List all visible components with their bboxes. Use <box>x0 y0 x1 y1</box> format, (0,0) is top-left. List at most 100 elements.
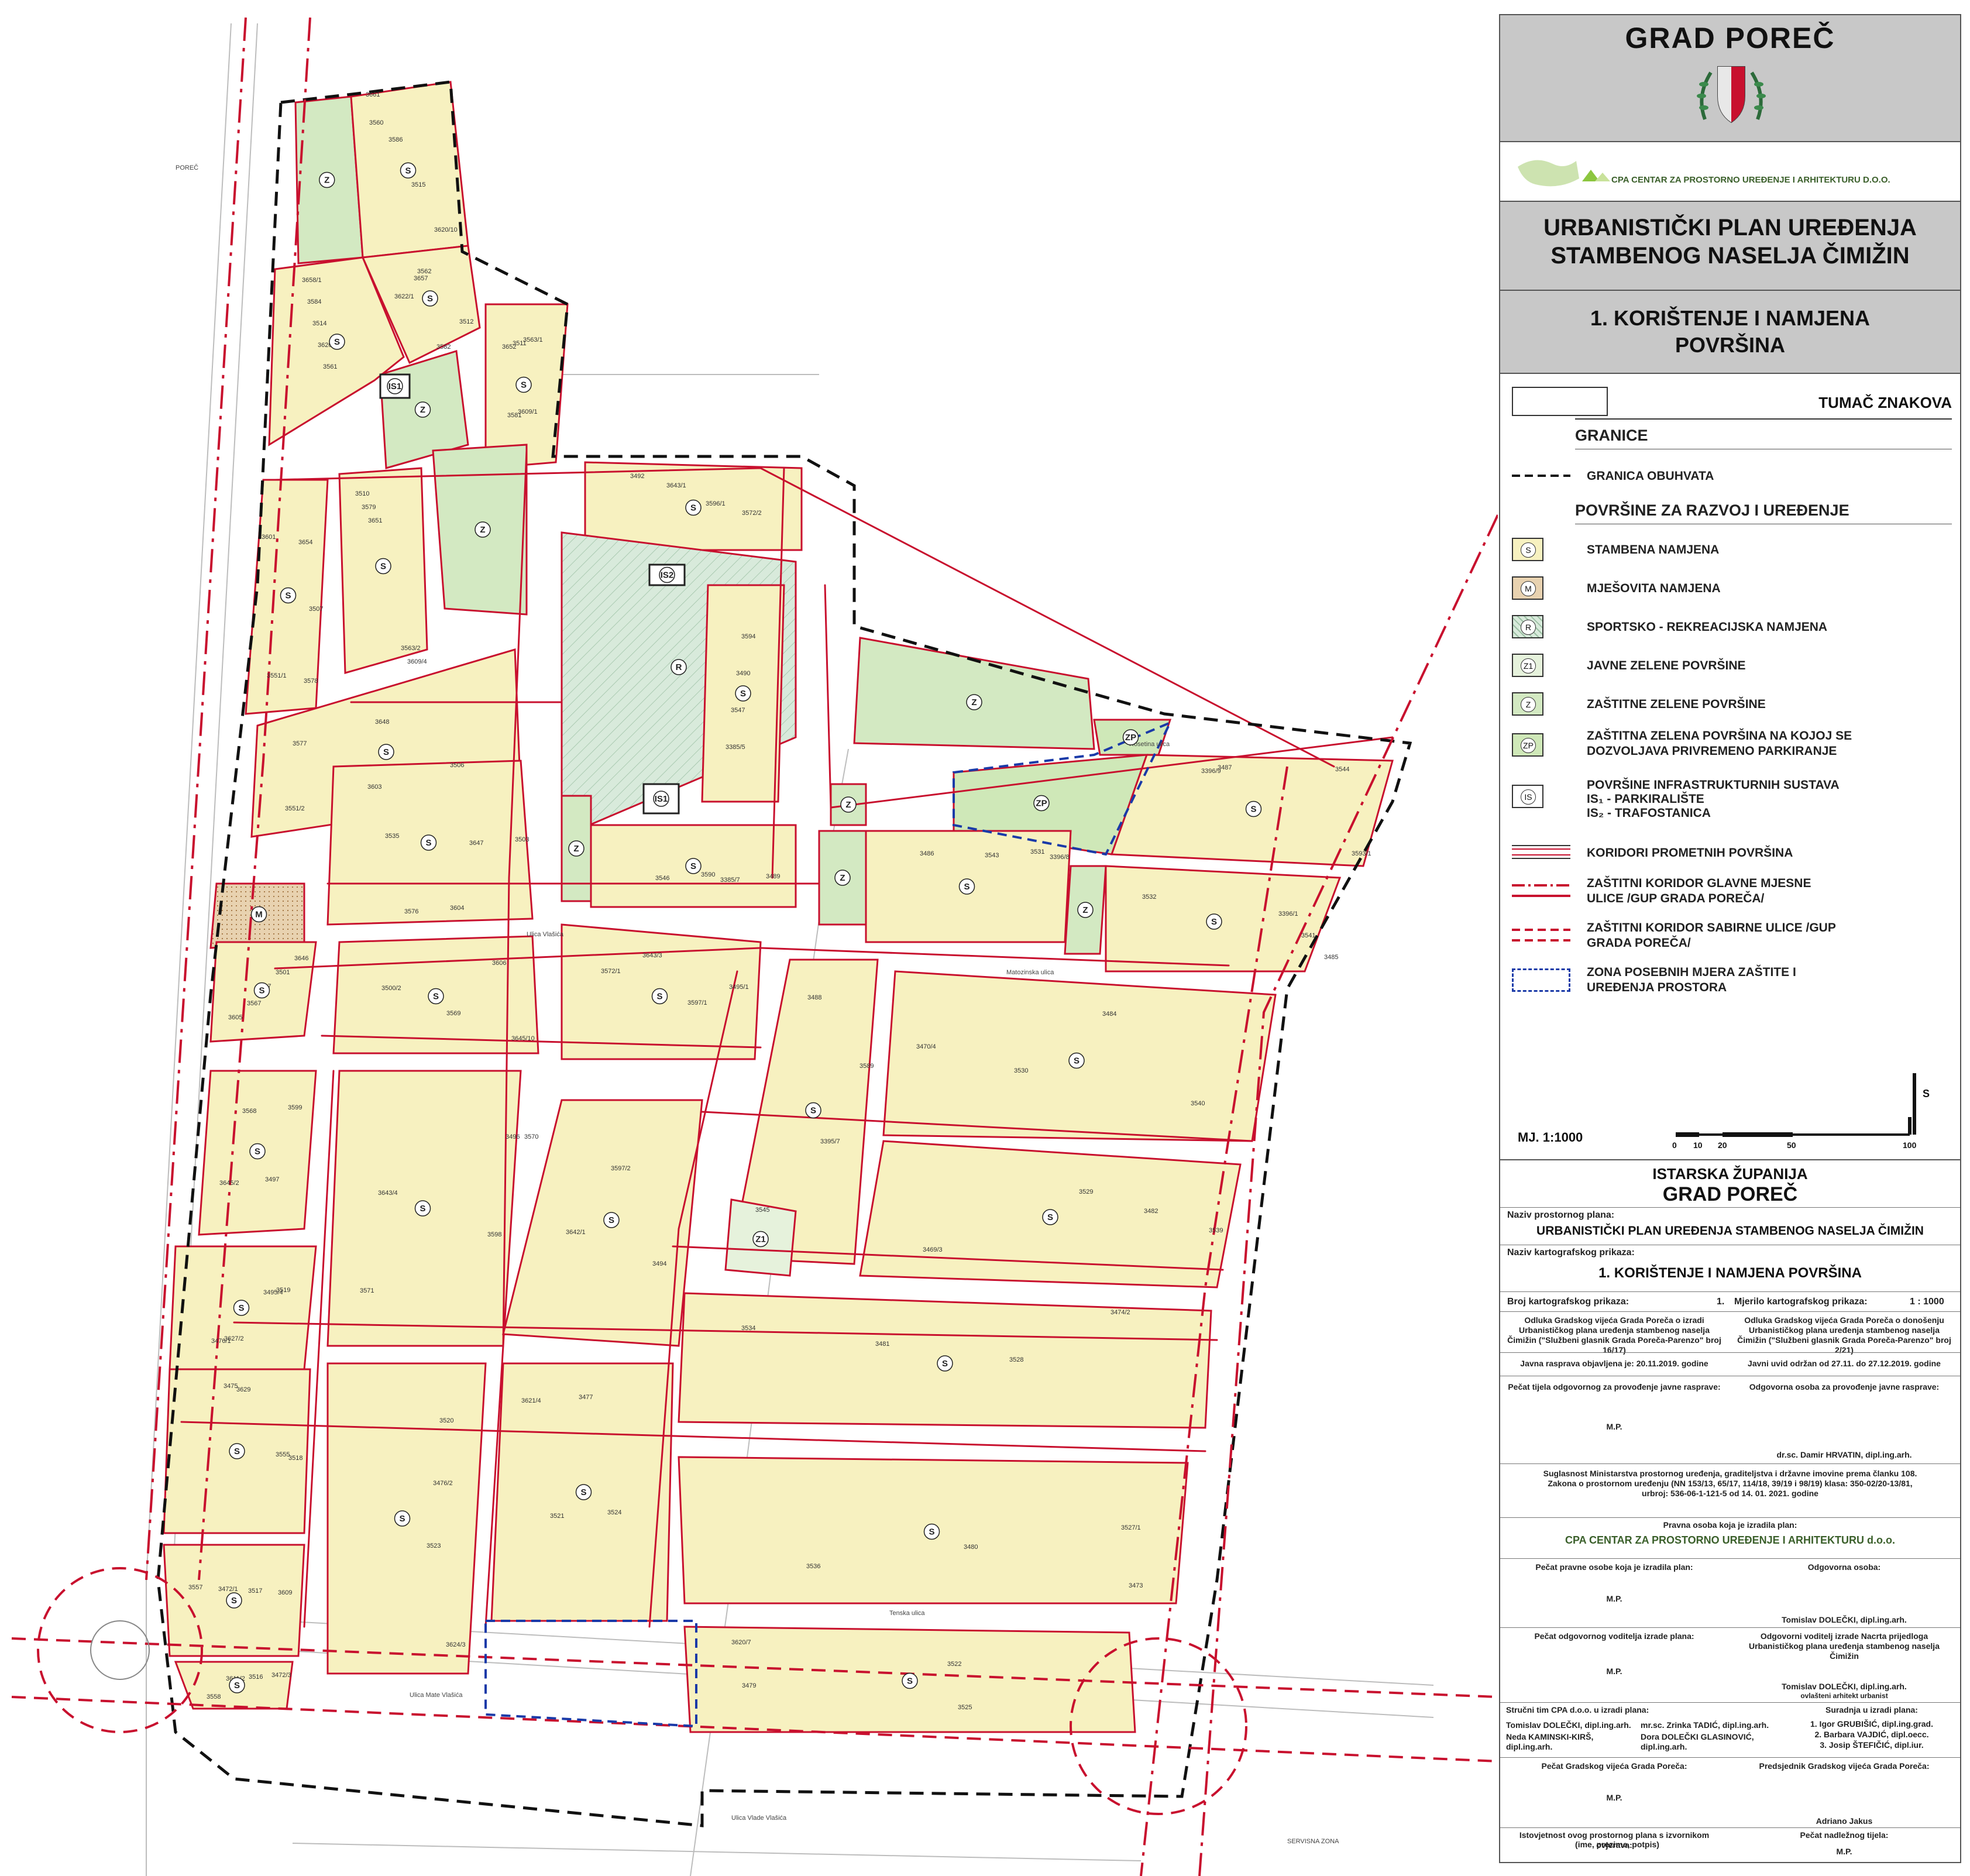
tb-map-name: 1. KORIŠTENJE I NAMJENA POVRŠINA <box>1598 1265 1862 1281</box>
zone-symbol-z: Z <box>480 525 485 535</box>
parcel-label: 3530 <box>1014 1067 1028 1074</box>
parcel-label: 3525 <box>958 1704 972 1711</box>
tb-stamp-row: Pečat tijela odgovornog za provođenje ja… <box>1500 1376 1960 1464</box>
blue-dashed-icon <box>1512 968 1570 992</box>
parcel-label: 3578 <box>304 678 318 685</box>
parcel-label: 3645/2 <box>219 1180 239 1187</box>
parcel-label: 3597/1 <box>687 999 707 1006</box>
parcel-label: 3528 <box>1009 1356 1023 1363</box>
zone-symbol-zp: ZP <box>1036 799 1047 809</box>
plan-title-line-2: STAMBENOG NASELJA ČIMIŽIN <box>1550 243 1910 269</box>
tb-stamp-right: Odgovorna osoba za provođenje javne rasp… <box>1749 1382 1940 1391</box>
tb-ministry: Suglasnost Ministarstva prostornog uređe… <box>1543 1469 1917 1498</box>
scale-label: MJ. 1:1000 <box>1518 1130 1583 1145</box>
zone-symbol-is1: IS1 <box>655 794 668 804</box>
zone-z-25[interactable] <box>853 637 1095 750</box>
parcel-label: 3646 <box>294 955 308 962</box>
tb-legal-row: Pravna osoba koja je izradila plan: CPA … <box>1500 1517 1960 1559</box>
parcel-label: 3569 <box>446 1010 460 1017</box>
is-swatch: IS <box>1512 785 1543 808</box>
scale-bar <box>1676 1117 1911 1137</box>
parcel-label: 3606 <box>492 960 506 967</box>
parcel-label: 3657 <box>414 275 428 282</box>
tb-stamp-leader: Pečat odgovornog voditelja izrade plana: <box>1534 1631 1694 1641</box>
mjesovita-swatch: M <box>1512 576 1543 600</box>
legend-label: JAVNE ZELENE POVRŠINE <box>1587 659 1746 672</box>
parcel-label: 3605 <box>228 1014 242 1021</box>
roundabout-west-inner <box>90 1620 150 1680</box>
boundary-dashed-icon <box>1512 475 1570 477</box>
parcel-label: 3507 <box>309 606 323 613</box>
zone-symbol-m: M <box>255 910 263 920</box>
zone-symbol-s: S <box>234 1446 240 1456</box>
cpa-banner: CPA CENTAR ZA PROSTORNO UREĐENJE I ARHIT… <box>1500 142 1960 202</box>
zone-symbol-s: S <box>907 1676 913 1686</box>
parcel-label: 3475 <box>224 1383 238 1390</box>
parcel-label: 3547 <box>731 707 745 714</box>
parcel-label: 3470/4 <box>916 1043 936 1050</box>
parcel-label: 3609 <box>278 1589 292 1596</box>
parcel-label: 3527/1 <box>1121 1524 1141 1531</box>
parcel-label: 3540 <box>1191 1100 1205 1107</box>
tb-leader-title: Odgovorni voditelj izrade Nacrta prijedl… <box>1749 1631 1940 1661</box>
parcel-label: 3558 <box>207 1693 221 1700</box>
sportska-swatch: R <box>1512 615 1543 638</box>
parcel-label: 3506 <box>450 762 464 769</box>
section-granice: GRANICE <box>1575 427 1648 444</box>
tb-team-member: Dora DOLEČKI GLASINOVIĆ, dipl.ing.arh. <box>1641 1732 1754 1751</box>
parcel-label: 3593/1 <box>1352 850 1371 857</box>
zone-symbol-is2: IS2 <box>661 571 674 580</box>
parcel-label: 3482 <box>1144 1208 1158 1215</box>
parcel-label: 3604 <box>450 905 464 912</box>
parcel-label: 3620/7 <box>731 1639 751 1646</box>
zone-symbol-r: R <box>676 662 682 672</box>
tb-mp: M.P. <box>1606 1594 1622 1603</box>
parcel-label: 3576 <box>404 908 418 915</box>
parcel-label: 3629 <box>236 1386 250 1393</box>
parcel-label: 3654 <box>298 539 312 546</box>
dashed-red-icon <box>1512 929 1570 942</box>
parcel-label: 3516 <box>249 1674 263 1681</box>
zone-symbol-s: S <box>810 1106 816 1116</box>
tb-collab-label: Suradnja u izradi plana: <box>1825 1705 1918 1714</box>
land-use-map[interactable]: 36613658/1 365736523651365436483647364636… <box>0 0 1498 1876</box>
section-povrsine: POVRŠINE ZA RAZVOJ I UREĐENJE <box>1575 501 1849 519</box>
parcel-label: 3490 <box>736 670 750 677</box>
map-title-line-1: 1. KORIŠTENJE I NAMJENA <box>1590 306 1871 330</box>
map-title-box: 1. KORIŠTENJE I NAMJENA POVRŠINA <box>1500 291 1960 374</box>
parcel-label: 3557 <box>188 1584 202 1591</box>
parcel-label: 3598 <box>487 1231 501 1238</box>
legend-item-granica: GRANICA OBUHVATA <box>1512 461 1951 493</box>
parcel-label: 3484 <box>1102 1011 1116 1018</box>
zone-symbol-z: Z <box>840 873 845 883</box>
zone-symbol-s: S <box>1211 917 1217 927</box>
parcel-label: 3495/1 <box>729 984 749 991</box>
zone-symbol-s: S <box>929 1527 934 1537</box>
zone-code: S <box>1521 542 1536 558</box>
road-corridor-icon <box>1512 845 1570 859</box>
tb-mp: M.P. <box>1836 1847 1852 1856</box>
coat-of-arms-icon <box>1697 66 1766 123</box>
parcel-label: 3521 <box>550 1513 564 1520</box>
parcel-label: 3494 <box>652 1260 666 1267</box>
parcel-label: 3546 <box>655 875 669 882</box>
scale-tick: 100 <box>1903 1140 1917 1150</box>
zone-symbol-s: S <box>427 294 433 304</box>
tb-number-row: Broj kartografskog prikaza: 1. Mjerilo k… <box>1500 1291 1960 1312</box>
parcel-label: 3562 <box>417 268 431 275</box>
parcel-label: 3643/3 <box>642 952 662 959</box>
tb-collab-member: 3. Josip ŠTEFIČIĆ, dipl.iur. <box>1820 1740 1924 1750</box>
zone-symbol-s: S <box>380 562 386 572</box>
tb-mp: M.P. <box>1606 1667 1622 1676</box>
street-label: Tenska ulica <box>889 1610 925 1617</box>
parcel-label: 3572/2 <box>742 510 762 517</box>
north-arrow-label: S <box>1923 1088 1930 1100</box>
legend-label: ZAŠTITNI KORIDOR GLAVNE MJESNE ULICE /GU… <box>1587 877 1811 905</box>
zone-symbol-s: S <box>405 166 411 176</box>
zone-code: IS <box>1521 789 1536 805</box>
tb-legal-label: Pravna osoba koja je izradila plan: <box>1663 1520 1797 1530</box>
parcel-label: 3517 <box>248 1588 262 1595</box>
tb-authority-stamp: Pečat nadležnog tijela: <box>1800 1830 1889 1840</box>
tb-leader-row: Pečat odgovornog voditelja izrade plana:… <box>1500 1627 1960 1703</box>
parcel-label: 3469/3 <box>923 1246 943 1253</box>
